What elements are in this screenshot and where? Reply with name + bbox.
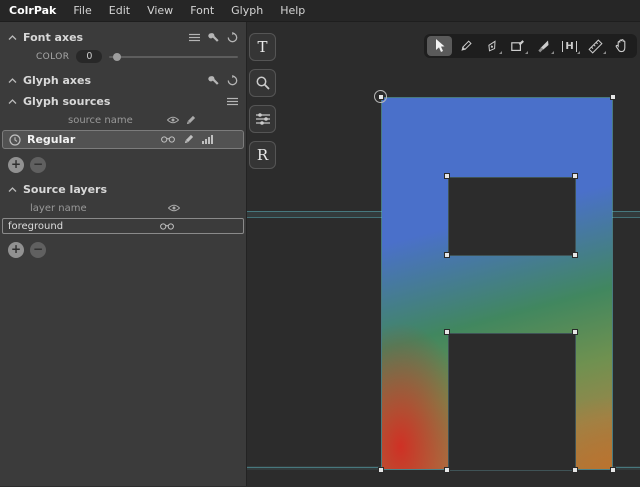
- color-axis-value[interactable]: 0: [76, 50, 103, 63]
- pointer-tool-button[interactable]: [427, 36, 452, 56]
- selection-handle[interactable]: [572, 252, 578, 258]
- source-add-remove: + −: [0, 151, 246, 179]
- knife-icon: [537, 40, 550, 53]
- measure-tool-button[interactable]: [583, 36, 608, 56]
- glasses-icon[interactable]: [160, 222, 174, 230]
- rectangle-pen-icon: [511, 40, 524, 52]
- menu-view[interactable]: View: [147, 4, 173, 17]
- glyph-bottom-notch[interactable]: [448, 333, 576, 471]
- knife-tool-button[interactable]: [531, 36, 556, 56]
- pointer-icon: [434, 39, 446, 53]
- glyph-axes-section-header[interactable]: Glyph axes: [0, 70, 246, 91]
- layer-add-remove: + −: [0, 236, 246, 264]
- selection-handle[interactable]: [572, 467, 578, 473]
- remove-layer-button[interactable]: −: [30, 242, 46, 258]
- shapes-tool-button[interactable]: [505, 36, 530, 56]
- selection-handle[interactable]: [572, 173, 578, 179]
- add-layer-button[interactable]: +: [8, 242, 24, 258]
- app-window: ColrPak File Edit View Font Glyph Help F…: [0, 0, 640, 487]
- selection-handle[interactable]: [444, 173, 450, 179]
- source-layers-section-header[interactable]: Source layers: [0, 179, 246, 200]
- origin-point-marker[interactable]: [374, 90, 387, 103]
- chevron-up-icon: [8, 98, 17, 105]
- zoom-tool-tab[interactable]: [249, 69, 276, 97]
- side-tool-tabs: T R: [249, 33, 276, 169]
- chevron-up-icon: [8, 34, 17, 41]
- pencil-icon: [459, 39, 472, 53]
- metrics-icon: H: [562, 40, 577, 52]
- remove-source-button[interactable]: −: [30, 157, 46, 173]
- layer-name-column-header: layer name: [30, 202, 87, 214]
- slider-track[interactable]: [109, 55, 238, 58]
- axes-reset-icon[interactable]: [227, 32, 238, 43]
- selection-handle[interactable]: [378, 467, 384, 473]
- selection-handle[interactable]: [572, 329, 578, 335]
- text-tool-tab[interactable]: T: [249, 33, 276, 61]
- glyph-r-tab[interactable]: R: [249, 141, 276, 169]
- source-name: Regular: [27, 133, 76, 146]
- status-bars-icon[interactable]: [202, 135, 213, 144]
- slider-thumb[interactable]: [113, 52, 122, 61]
- menu-file[interactable]: File: [73, 4, 91, 17]
- glyph-sources-section-header[interactable]: Glyph sources: [0, 91, 246, 112]
- metrics-tool-button[interactable]: H: [557, 36, 582, 56]
- glyph-counter-hole[interactable]: [448, 177, 576, 256]
- hand-icon: [615, 39, 628, 53]
- layer-row-foreground[interactable]: foreground: [2, 218, 244, 234]
- source-layers-title: Source layers: [23, 183, 108, 196]
- layer-columns-row: layer name: [0, 200, 246, 216]
- text-tool-label: T: [257, 38, 268, 56]
- app-title: ColrPak: [9, 4, 57, 17]
- font-axes-section-header[interactable]: Font axes: [0, 27, 246, 48]
- axes-menu-icon[interactable]: [189, 33, 200, 42]
- edit-toolbar: H: [424, 34, 637, 58]
- selection-handle[interactable]: [444, 329, 450, 335]
- magnifier-icon: [256, 76, 270, 90]
- sources-menu-icon[interactable]: [227, 97, 238, 106]
- visibility-eye-icon[interactable]: [167, 116, 179, 124]
- glyph-r-label: R: [256, 146, 269, 164]
- layer-name: foreground: [8, 220, 64, 232]
- chevron-up-icon: [8, 77, 17, 84]
- source-row-regular[interactable]: Regular: [2, 130, 244, 149]
- color-axis-row: COLOR 0: [0, 48, 246, 70]
- edit-pencil-icon[interactable]: [183, 134, 194, 145]
- hand-tool-button[interactable]: [609, 36, 634, 56]
- sliders-icon: [255, 113, 270, 125]
- add-source-button[interactable]: +: [8, 157, 24, 173]
- chevron-up-icon: [8, 186, 17, 193]
- menu-edit[interactable]: Edit: [109, 4, 130, 17]
- glyph-sources-title: Glyph sources: [23, 95, 111, 108]
- pen-icon: [486, 39, 498, 53]
- glasses-icon[interactable]: [161, 136, 175, 143]
- pencil-tool-button[interactable]: [453, 36, 478, 56]
- visibility-eye-icon[interactable]: [168, 204, 180, 212]
- selection-handle[interactable]: [610, 94, 616, 100]
- font-axes-title: Font axes: [23, 31, 84, 44]
- ruler-icon: [588, 38, 603, 54]
- menu-font[interactable]: Font: [190, 4, 214, 17]
- pen-tool-button[interactable]: [479, 36, 504, 56]
- menu-glyph[interactable]: Glyph: [231, 4, 263, 17]
- menu-bar: ColrPak File Edit View Font Glyph Help: [0, 0, 640, 22]
- source-name-column-header: source name: [68, 114, 133, 126]
- source-status-clock-icon: [9, 133, 21, 146]
- axes-panel-tab[interactable]: [249, 105, 276, 133]
- source-columns-row: source name: [0, 112, 246, 128]
- glyph-editor-canvas[interactable]: T R H: [247, 22, 640, 486]
- color-axis-slider[interactable]: [109, 52, 238, 62]
- glyph-shape[interactable]: [381, 97, 613, 471]
- menu-help[interactable]: Help: [280, 4, 305, 17]
- selection-handle[interactable]: [610, 467, 616, 473]
- selection-handle[interactable]: [444, 467, 450, 473]
- sidebar: Font axes COLOR 0 Glyph axes Glyph sourc…: [0, 22, 247, 486]
- glyph-axes-reset-icon[interactable]: [227, 75, 238, 86]
- color-axis-label: COLOR: [36, 51, 70, 62]
- glyph-axes-tools-icon[interactable]: [208, 75, 219, 86]
- axes-tools-icon[interactable]: [208, 32, 219, 43]
- glyph-axes-title: Glyph axes: [23, 74, 92, 87]
- edit-pencil-icon[interactable]: [185, 115, 196, 126]
- selection-handle[interactable]: [444, 252, 450, 258]
